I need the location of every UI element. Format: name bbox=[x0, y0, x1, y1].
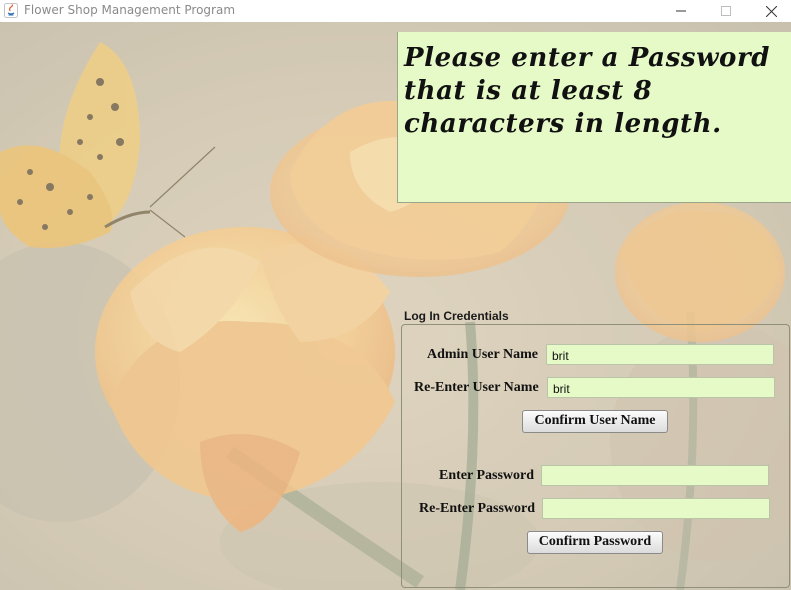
minimize-icon bbox=[676, 10, 686, 12]
reenter-user-name-field[interactable]: brit bbox=[547, 377, 775, 398]
title-bar: Flower Shop Management Program bbox=[0, 0, 791, 22]
password-instruction-text: Please enter a Password that is at least… bbox=[404, 43, 771, 139]
close-icon bbox=[765, 5, 777, 17]
reenter-password-label: Re-Enter Password bbox=[419, 501, 536, 516]
confirm-password-button[interactable]: Confirm Password bbox=[527, 531, 663, 554]
maximize-icon bbox=[721, 6, 731, 16]
admin-user-name-label: Admin User Name bbox=[427, 347, 538, 362]
window-title: Flower Shop Management Program bbox=[24, 3, 236, 17]
maximize-button[interactable] bbox=[703, 0, 749, 22]
main-window-content: Please enter a Password that is at least… bbox=[0, 22, 791, 590]
confirm-user-name-button[interactable]: Confirm User Name bbox=[522, 410, 668, 433]
password-instruction-box: Please enter a Password that is at least… bbox=[397, 32, 791, 203]
enter-password-label: Enter Password bbox=[439, 468, 535, 483]
close-button[interactable] bbox=[748, 0, 791, 22]
minimize-button[interactable] bbox=[658, 0, 704, 22]
reenter-user-name-label: Re-Enter User Name bbox=[414, 380, 539, 395]
password-field[interactable] bbox=[541, 465, 769, 486]
java-app-icon bbox=[4, 3, 18, 18]
admin-user-name-field[interactable]: brit bbox=[546, 344, 774, 365]
reenter-password-field[interactable] bbox=[542, 498, 770, 519]
login-credentials-title: Log In Credentials bbox=[404, 309, 509, 323]
